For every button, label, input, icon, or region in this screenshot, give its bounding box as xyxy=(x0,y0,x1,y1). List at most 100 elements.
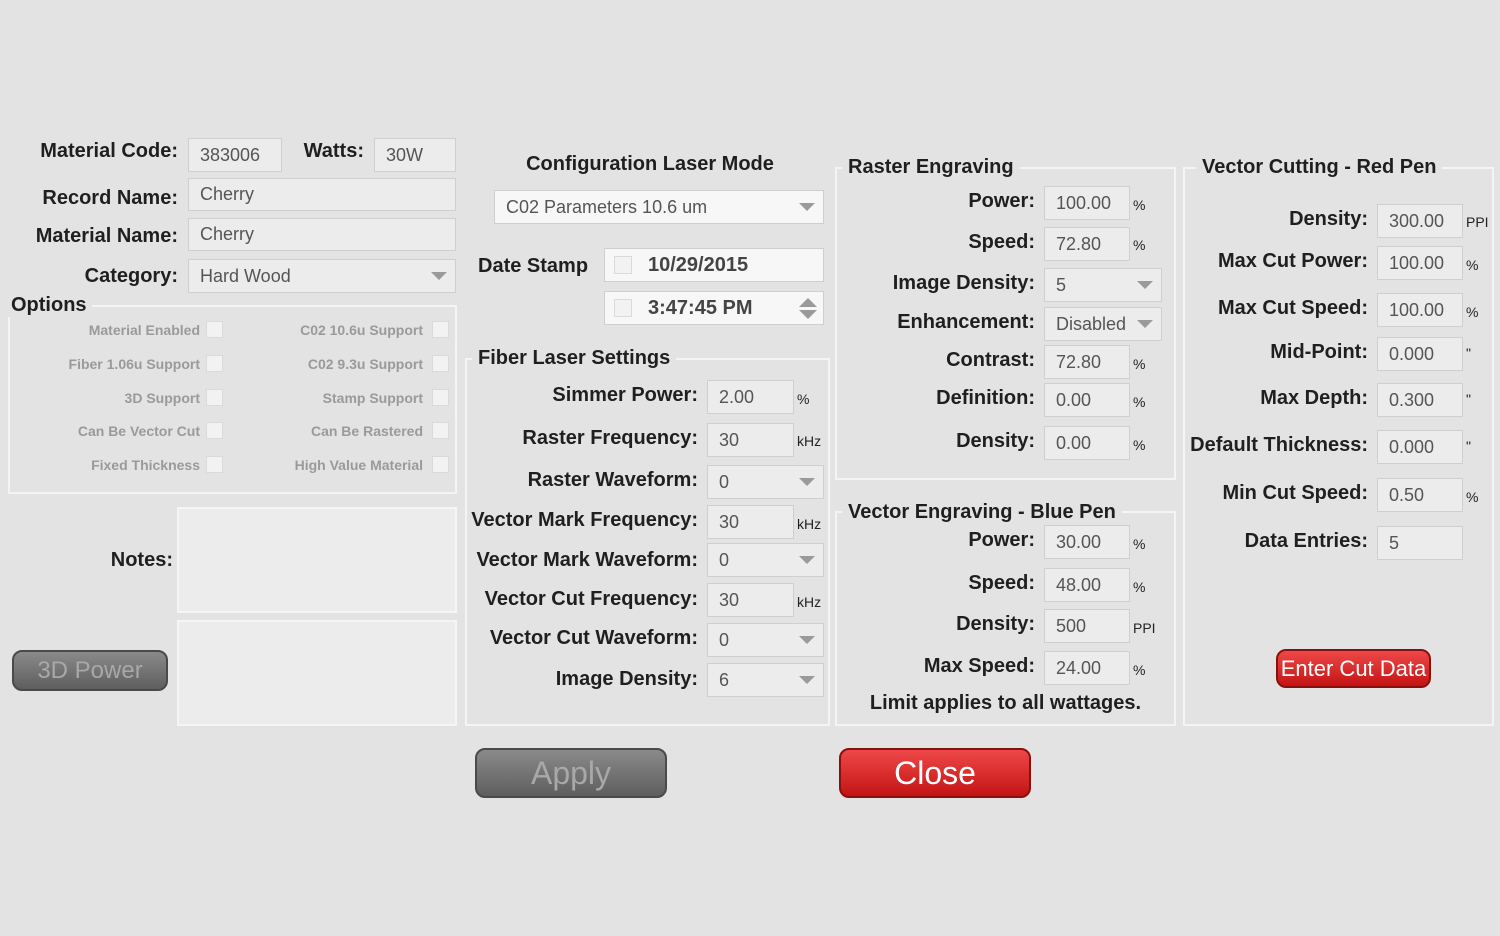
data-entries-field[interactable]: 5 xyxy=(1377,526,1463,560)
material-name-field[interactable]: Cherry xyxy=(188,218,456,251)
raster-row-label: Definition: xyxy=(936,387,1035,409)
chevron-down-icon xyxy=(791,664,823,696)
time-field[interactable]: 3:47:45 PM xyxy=(604,291,824,325)
fiber-row-label: Raster Waveform: xyxy=(527,469,698,491)
record-name-label: Record Name: xyxy=(42,187,178,209)
spinner-down-icon[interactable] xyxy=(799,310,817,319)
option-checkbox[interactable] xyxy=(206,456,223,473)
vector-cutting-row-label: Max Cut Speed: xyxy=(1217,297,1368,319)
simmer-power-field[interactable]: 2.00 xyxy=(707,380,794,414)
raster-power-field[interactable]: 100.00 xyxy=(1044,186,1130,220)
fiber-row-label: Simmer Power: xyxy=(552,384,698,406)
vector-engraving-row-label: Density: xyxy=(956,613,1035,635)
vector-cut-frequency-field[interactable]: 30 xyxy=(707,583,794,617)
max-depth-field[interactable]: 0.300 xyxy=(1377,383,1463,417)
vector-cutting-row-unit: " xyxy=(1466,345,1471,361)
option-checkbox[interactable] xyxy=(432,355,449,372)
material-code-field[interactable]: 383006 xyxy=(188,138,282,172)
vector-power-field[interactable]: 30.00 xyxy=(1044,525,1130,559)
option-checkbox[interactable] xyxy=(432,422,449,439)
raster-frequency-field[interactable]: 30 xyxy=(707,423,794,457)
vector-mark-frequency-field[interactable]: 30 xyxy=(707,505,794,539)
spinner-up-icon[interactable] xyxy=(799,298,817,307)
vector-density-field[interactable]: 500 xyxy=(1044,609,1130,643)
option-label: Fixed Thickness xyxy=(91,457,200,473)
raster-density-field[interactable]: 0.00 xyxy=(1044,426,1130,460)
chevron-down-icon xyxy=(791,544,823,576)
option-label: Stamp Support xyxy=(322,390,423,406)
vector-cutting-row-unit: % xyxy=(1466,489,1479,505)
option-checkbox[interactable] xyxy=(206,422,223,439)
vector-cutting-title: Vector Cutting - Red Pen xyxy=(1196,156,1443,179)
default-thickness-field[interactable]: 0.000 xyxy=(1377,430,1463,464)
record-name-field[interactable]: Cherry xyxy=(188,178,456,211)
vector-cutting-row-label: Mid-Point: xyxy=(1270,341,1368,363)
laser-mode-dropdown[interactable]: C02 Parameters 10.6 um xyxy=(494,190,824,224)
secondary-notes-textarea[interactable] xyxy=(177,620,457,726)
laser-mode-value: C02 Parameters 10.6 um xyxy=(506,196,708,217)
max-cut-power-field[interactable]: 100.00 xyxy=(1377,246,1463,280)
raster-row-label: Image Density: xyxy=(892,272,1035,294)
raster-row-unit: % xyxy=(1133,197,1146,213)
time-checkbox[interactable] xyxy=(614,299,632,317)
option-checkbox[interactable] xyxy=(206,321,223,338)
raster-image-density-dropdown[interactable]: 5 xyxy=(1044,268,1162,302)
definition-field[interactable]: 0.00 xyxy=(1044,383,1130,417)
date-field[interactable]: 10/29/2015 xyxy=(604,248,824,282)
enhancement-value: Disabled xyxy=(1056,313,1127,334)
fiber-row-label: Vector Cut Frequency: xyxy=(484,588,698,610)
vector-mark-waveform-dropdown[interactable]: 0 xyxy=(707,543,824,577)
raster-speed-field[interactable]: 72.80 xyxy=(1044,227,1130,261)
vector-speed-field[interactable]: 48.00 xyxy=(1044,568,1130,602)
fiber-row-label: Vector Cut Waveform: xyxy=(489,627,698,649)
option-checkbox[interactable] xyxy=(206,389,223,406)
contrast-field[interactable]: 72.80 xyxy=(1044,345,1130,379)
option-checkbox[interactable] xyxy=(206,355,223,372)
option-label: Can Be Rastered xyxy=(310,423,423,439)
notes-textarea[interactable] xyxy=(177,507,457,613)
raster-waveform-value: 0 xyxy=(719,471,730,492)
vector-cutting-row-unit: % xyxy=(1466,304,1479,320)
option-label: 3D Support xyxy=(124,390,200,406)
fiber-row-label: Vector Mark Waveform: xyxy=(476,549,698,571)
vector-max-speed-field[interactable]: 24.00 xyxy=(1044,651,1130,685)
option-checkbox[interactable] xyxy=(432,389,449,406)
options-title: Options xyxy=(6,294,92,317)
date-value: 10/29/2015 xyxy=(648,253,749,276)
fiber-row-unit: kHz xyxy=(797,433,822,449)
option-checkbox[interactable] xyxy=(432,456,449,473)
watts-field[interactable]: 30W xyxy=(374,138,456,172)
vector-cutting-row-unit: % xyxy=(1466,257,1479,273)
vector-cutting-row-label: Min Cut Speed: xyxy=(1222,482,1368,504)
time-spinner[interactable] xyxy=(797,295,819,321)
material-name-label: Material Name: xyxy=(35,225,178,247)
vector-cut-waveform-dropdown[interactable]: 0 xyxy=(707,623,824,657)
min-cut-speed-field[interactable]: 0.50 xyxy=(1377,478,1463,512)
apply-button[interactable]: Apply xyxy=(475,748,667,798)
raster-row-label: Contrast: xyxy=(946,349,1035,371)
raster-waveform-dropdown[interactable]: 0 xyxy=(707,465,824,499)
chevron-down-icon xyxy=(791,191,823,223)
vector-cutting-row-unit: PPI xyxy=(1466,214,1489,230)
chevron-down-icon xyxy=(423,260,455,292)
max-cut-speed-field[interactable]: 100.00 xyxy=(1377,293,1463,327)
raster-row-label: Speed: xyxy=(968,231,1035,253)
category-dropdown[interactable]: Hard Wood xyxy=(188,259,456,293)
cut-density-field[interactable]: 300.00 xyxy=(1377,204,1463,238)
raster-row-label: Density: xyxy=(956,430,1035,452)
date-checkbox[interactable] xyxy=(614,256,632,274)
watts-label: Watts: xyxy=(303,140,364,162)
option-checkbox[interactable] xyxy=(432,321,449,338)
vector-cutting-row-unit: " xyxy=(1466,438,1471,454)
chevron-down-icon xyxy=(791,624,823,656)
image-density-dropdown[interactable]: 6 xyxy=(707,663,824,697)
enhancement-dropdown[interactable]: Disabled xyxy=(1044,307,1162,341)
enter-cut-data-button[interactable]: Enter Cut Data xyxy=(1276,649,1431,688)
image-density-value: 6 xyxy=(719,669,730,690)
vector-cutting-row-label: Data Entries: xyxy=(1244,530,1368,552)
close-button[interactable]: Close xyxy=(839,748,1031,798)
3d-power-button[interactable]: 3D Power xyxy=(12,650,168,691)
vector-engraving-row-label: Power: xyxy=(968,529,1035,551)
vector-cutting-row-label: Default Thickness: xyxy=(1190,434,1368,456)
mid-point-field[interactable]: 0.000 xyxy=(1377,337,1463,371)
